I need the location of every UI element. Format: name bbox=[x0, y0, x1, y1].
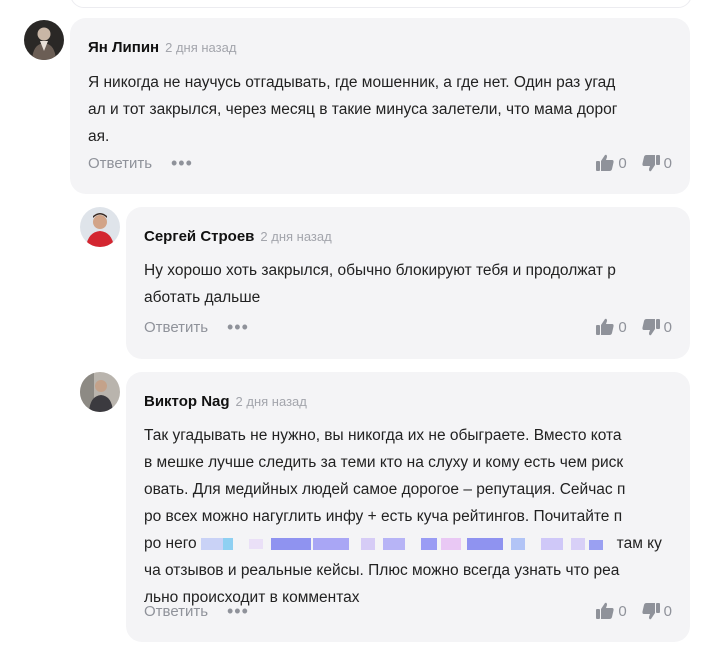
avatar[interactable] bbox=[24, 20, 64, 60]
dislike-count: 0 bbox=[663, 602, 672, 620]
thumbs-down-icon bbox=[642, 155, 660, 172]
reply-button[interactable]: Ответить bbox=[144, 319, 208, 336]
comment-text-line: ал и тот закрылся, через месяц в такие м… bbox=[88, 101, 618, 118]
author-name[interactable]: Виктор Nag bbox=[144, 393, 230, 410]
user-photo-icon bbox=[80, 207, 120, 247]
dislike-button[interactable]: 0 bbox=[641, 153, 672, 173]
dislike-count: 0 bbox=[663, 154, 672, 172]
reply-button[interactable]: Ответить bbox=[88, 155, 152, 172]
censored-link-blur bbox=[200, 537, 603, 550]
comment-card: Ян Липин 2 дня назад Я никогда не научусь… bbox=[70, 18, 690, 194]
comment-actions: Ответить ••• 0 0 bbox=[144, 317, 672, 339]
comment-text-line: аботать дальше bbox=[144, 289, 261, 306]
comment-actions: Ответить ••• 0 0 bbox=[144, 601, 672, 623]
dislike-count: 0 bbox=[663, 318, 672, 336]
comment-text: Ну хорошо хоть закрылся, обычно блокирую… bbox=[144, 257, 616, 311]
ellipsis-icon[interactable]: ••• bbox=[171, 154, 193, 172]
timestamp[interactable]: 2 дня назад bbox=[260, 229, 331, 244]
comment-text-line: овать. Для медийных людей самое дорогое … bbox=[144, 481, 626, 498]
comment-text: Я никогда не научусь отгадывать, где мош… bbox=[88, 69, 617, 150]
reply-button[interactable]: Ответить bbox=[144, 603, 208, 620]
like-button[interactable]: 0 bbox=[595, 317, 627, 337]
timestamp[interactable]: 2 дня назад bbox=[236, 394, 307, 409]
comment-text-line: ая. bbox=[88, 128, 110, 145]
avatar[interactable] bbox=[80, 372, 120, 412]
user-photo-icon bbox=[80, 372, 120, 412]
comment-text: Так угадывать не нужно, вы никогда их не… bbox=[144, 422, 662, 611]
reply-card: Виктор Nag 2 дня назад Так угадывать не н… bbox=[126, 372, 690, 642]
thumbs-down-icon bbox=[642, 319, 660, 336]
comment-text-line: в мешке лучше следить за теми кто на слу… bbox=[144, 454, 624, 471]
comment-actions: Ответить ••• 0 0 bbox=[88, 153, 672, 175]
author-name[interactable]: Ян Липин bbox=[88, 39, 159, 56]
like-button[interactable]: 0 bbox=[595, 601, 627, 621]
comment-text-line: ро всех можно нагуглить инфу + есть куча… bbox=[144, 508, 623, 525]
like-count: 0 bbox=[618, 318, 627, 336]
like-button[interactable]: 0 bbox=[595, 153, 627, 173]
dislike-button[interactable]: 0 bbox=[641, 317, 672, 337]
thumbs-up-icon bbox=[596, 602, 614, 619]
ellipsis-icon[interactable]: ••• bbox=[227, 318, 249, 336]
comment-text-fragment: ро него bbox=[144, 535, 197, 552]
comment-text-line: Я никогда не научусь отгадывать, где мош… bbox=[88, 74, 616, 91]
comment-text-line: Ну хорошо хоть закрылся, обычно блокирую… bbox=[144, 262, 616, 279]
ellipsis-icon[interactable]: ••• bbox=[227, 602, 249, 620]
like-count: 0 bbox=[618, 154, 627, 172]
comment-text-line: ро него там ку bbox=[144, 530, 662, 557]
timestamp[interactable]: 2 дня назад bbox=[165, 40, 236, 55]
avatar[interactable] bbox=[80, 207, 120, 247]
thumbs-down-icon bbox=[642, 603, 660, 620]
comment-text-fragment: там ку bbox=[616, 535, 662, 552]
comment-text-line: ча отзывов и реальные кейсы. Плюс можно … bbox=[144, 562, 620, 579]
reply-card: Сергей Строев 2 дня назад Ну хорошо хоть … bbox=[126, 207, 690, 359]
thumbs-up-icon bbox=[596, 318, 614, 335]
user-photo-icon bbox=[24, 20, 64, 60]
comment-text-line: Так угадывать не нужно, вы никогда их не… bbox=[144, 427, 622, 444]
thumbs-up-icon bbox=[596, 154, 614, 171]
author-name[interactable]: Сергей Строев bbox=[144, 228, 254, 245]
previous-comment-card-edge bbox=[70, 0, 692, 8]
like-count: 0 bbox=[618, 602, 627, 620]
dislike-button[interactable]: 0 bbox=[641, 601, 672, 621]
